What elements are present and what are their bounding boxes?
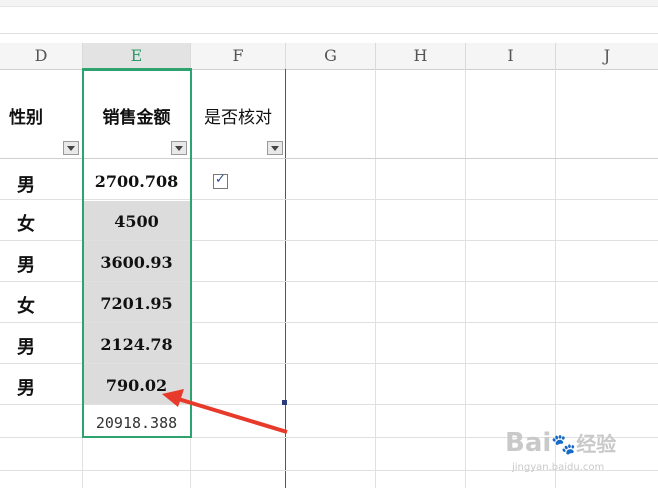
- watermark-url: jingyan.baidu.com: [512, 462, 605, 473]
- watermark-logo: Bai🐾经验: [505, 428, 617, 458]
- arrow-head: [162, 389, 184, 407]
- arrow-line: [174, 396, 288, 434]
- arrow-annotation: [162, 389, 288, 434]
